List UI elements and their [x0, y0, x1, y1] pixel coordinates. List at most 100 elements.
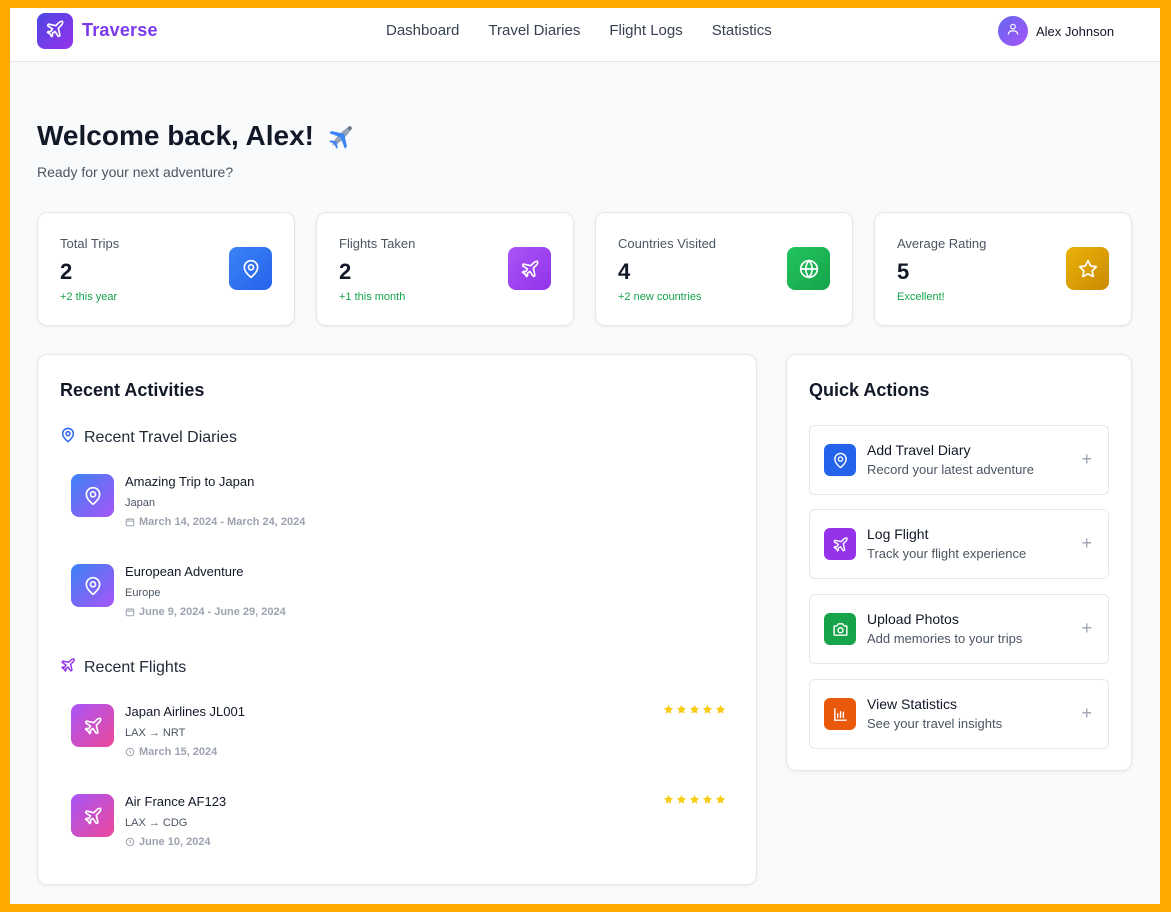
diary-dates: June 9, 2024 - June 29, 2024 — [125, 606, 286, 618]
flight-route: LAX → CDG — [125, 817, 188, 829]
stat-card-flights-taken: Flights Taken 2 +1 this month — [316, 212, 574, 326]
stat-label: Flights Taken — [339, 236, 416, 251]
clock-icon — [125, 837, 135, 847]
map-pin-icon — [71, 474, 114, 517]
star-icon — [663, 704, 674, 714]
quick-action-title: View Statistics — [867, 696, 957, 712]
stat-note: +1 this month — [339, 291, 406, 303]
stat-label: Countries Visited — [618, 236, 717, 251]
star-icon — [702, 704, 713, 714]
user-menu[interactable]: Alex Johnson — [998, 16, 1114, 46]
flight-date-text: June 10, 2024 — [139, 836, 211, 848]
plus-icon: + — [1081, 449, 1092, 469]
calendar-icon — [125, 607, 135, 617]
star-icon — [715, 794, 726, 804]
map-pin-icon — [60, 427, 76, 448]
flight-item[interactable]: Japan Airlines JL001 LAX → NRT March 15,… — [71, 704, 726, 774]
logo[interactable] — [37, 13, 73, 49]
plus-icon: + — [1081, 703, 1092, 723]
quick-action-subtitle: Add memories to your trips — [867, 631, 1023, 646]
plus-icon: + — [1081, 533, 1092, 553]
quick-action-subtitle: Track your flight experience — [867, 546, 1027, 561]
app-window: Traverse Dashboard Travel Diaries Flight… — [10, 8, 1160, 904]
nav-travel-diaries[interactable]: Travel Diaries — [488, 22, 580, 39]
stat-value: 2 — [339, 259, 352, 284]
quick-action-title: Add Travel Diary — [867, 442, 971, 458]
diary-dates: March 14, 2024 - March 24, 2024 — [125, 516, 305, 528]
diary-item[interactable]: European Adventure Europe June 9, 2024 -… — [71, 564, 726, 634]
star-icon — [676, 794, 687, 804]
map-pin-icon — [229, 247, 272, 290]
quick-action-subtitle: Record your latest adventure — [867, 462, 1034, 477]
star-icon — [663, 794, 674, 804]
stat-note: +2 this year — [60, 291, 118, 303]
flight-title[interactable]: Air France AF123 — [125, 794, 226, 809]
star-icon — [676, 704, 687, 714]
upload-photos-button[interactable]: Upload Photos Add memories to your trips… — [809, 594, 1109, 664]
stat-value: 4 — [618, 259, 631, 284]
section-label: Recent Travel Diaries — [84, 428, 237, 446]
clock-icon — [125, 747, 135, 757]
diary-title[interactable]: European Adventure — [125, 564, 244, 579]
flight-date-text: March 15, 2024 — [139, 746, 218, 758]
star-icon — [689, 704, 700, 714]
flight-route: LAX → NRT — [125, 727, 186, 739]
user-name[interactable]: Alex Johnson — [1036, 24, 1114, 39]
calendar-icon — [125, 517, 135, 527]
recent-diaries-heading: Recent Travel Diaries — [60, 427, 237, 448]
camera-icon — [824, 613, 856, 645]
avatar[interactable] — [998, 16, 1028, 46]
star-icon — [1066, 247, 1109, 290]
stat-card-total-trips: Total Trips 2 +2 this year — [37, 212, 295, 326]
nav-flight-logs[interactable]: Flight Logs — [609, 22, 682, 39]
flight-title[interactable]: Japan Airlines JL001 — [125, 704, 245, 719]
quick-action-title: Log Flight — [867, 526, 929, 542]
rating-stars — [663, 704, 726, 715]
quick-action-subtitle: See your travel insights — [867, 716, 1003, 731]
plus-icon: + — [1081, 618, 1092, 638]
flight-date: March 15, 2024 — [125, 746, 217, 758]
diary-location: Europe — [125, 587, 161, 599]
bar-chart-icon — [824, 698, 856, 730]
brand-name[interactable]: Traverse — [82, 20, 158, 41]
globe-icon — [787, 247, 830, 290]
quick-actions-panel: Quick Actions Add Travel Diary Record yo… — [786, 354, 1132, 771]
nav-dashboard[interactable]: Dashboard — [386, 22, 459, 39]
diary-title[interactable]: Amazing Trip to Japan — [125, 474, 254, 489]
stat-value: 5 — [897, 259, 910, 284]
add-travel-diary-button[interactable]: Add Travel Diary Record your latest adve… — [809, 425, 1109, 495]
nav-statistics[interactable]: Statistics — [712, 22, 772, 39]
stat-value: 2 — [60, 259, 73, 284]
recent-activities-title: Recent Activities — [60, 380, 205, 400]
airplane-icon — [824, 528, 856, 560]
view-statistics-button[interactable]: View Statistics See your travel insights… — [809, 679, 1109, 749]
rating-stars — [663, 794, 726, 805]
airplane-icon — [71, 794, 114, 837]
page-title: Welcome back, Alex! — [37, 120, 358, 152]
stat-label: Average Rating — [897, 236, 987, 251]
stat-label: Total Trips — [60, 236, 120, 251]
flight-date: June 10, 2024 — [125, 836, 211, 848]
log-flight-button[interactable]: Log Flight Track your flight experience … — [809, 509, 1109, 579]
airplane-icon — [508, 247, 551, 290]
flight-item[interactable]: Air France AF123 LAX → CDG June 10, 2024 — [71, 794, 726, 864]
star-icon — [715, 704, 726, 714]
stat-note: +2 new countries — [618, 291, 702, 303]
airplane-icon — [326, 120, 358, 152]
map-pin-icon — [824, 444, 856, 476]
star-icon — [702, 794, 713, 804]
main-nav: Dashboard Travel Diaries Flight Logs Sta… — [386, 22, 801, 39]
diary-date-range: June 9, 2024 - June 29, 2024 — [139, 606, 286, 618]
diary-location: Japan — [125, 497, 155, 509]
stat-card-average-rating: Average Rating 5 Excellent! — [874, 212, 1132, 326]
airplane-icon — [60, 657, 76, 678]
welcome-heading: Welcome back, Alex! — [37, 120, 315, 151]
top-navigation: Traverse Dashboard Travel Diaries Flight… — [10, 8, 1160, 62]
airplane-icon — [71, 704, 114, 747]
diary-item[interactable]: Amazing Trip to Japan Japan March 14, 20… — [71, 474, 726, 544]
star-icon — [689, 794, 700, 804]
recent-flights-heading: Recent Flights — [60, 657, 186, 678]
user-icon — [1006, 22, 1020, 41]
welcome-subtitle: Ready for your next adventure? — [37, 164, 234, 180]
map-pin-icon — [71, 564, 114, 607]
